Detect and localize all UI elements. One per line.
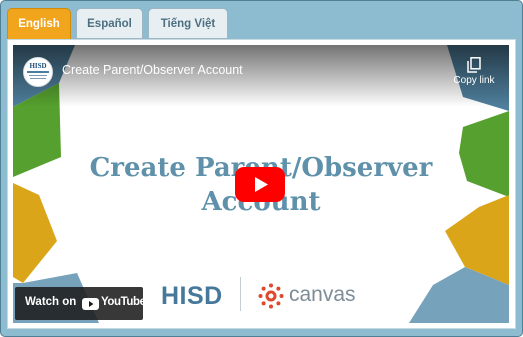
watch-on-youtube-button[interactable]: Watch on YouTube [15,287,146,320]
brand-divider [240,277,241,311]
copy-icon [467,57,481,73]
video-title[interactable]: Create Parent/Observer Account [62,63,243,77]
youtube-icon [82,298,99,310]
brand-canvas: canvas [289,283,356,306]
tab-espanol[interactable]: Español [76,8,143,39]
channel-avatar[interactable]: HISD [23,57,53,87]
copy-link-label: Copy link [453,75,495,86]
youtube-wordmark: YouTube [101,296,146,308]
copy-link-button[interactable]: Copy link [446,57,502,86]
play-button[interactable] [235,167,285,202]
tab-tieng-viet[interactable]: Tiếng Việt [148,8,228,39]
canvas-logo-icon [258,283,284,309]
watch-on-label: Watch on [25,296,77,308]
channel-avatar-text: HISD [29,62,47,70]
brand-hisd: HISD [161,282,223,310]
video-player[interactable]: HISD Create Parent/Observer Account Copy… [13,45,509,323]
tab-english[interactable]: English [7,8,71,40]
